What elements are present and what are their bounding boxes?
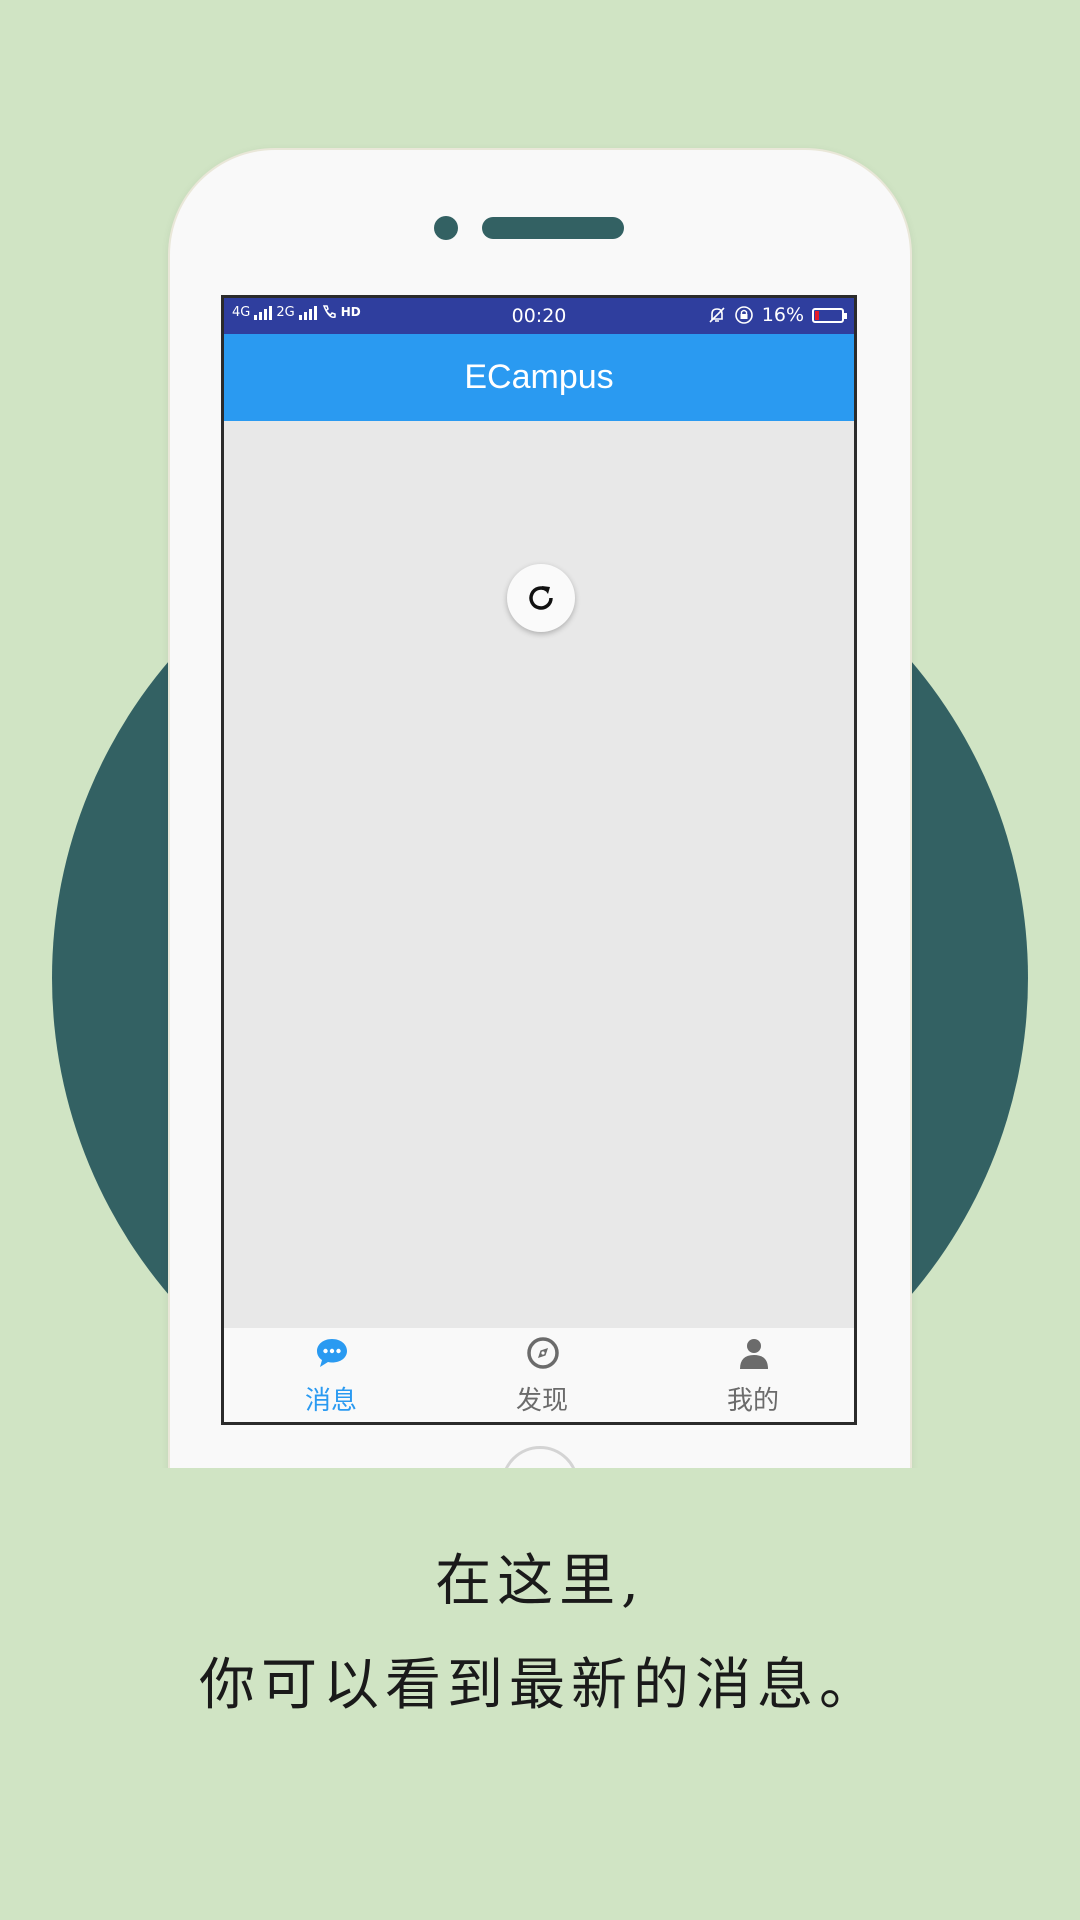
bottom-tab-bar: 消息 发现 我的 bbox=[224, 1328, 854, 1422]
tab-profile[interactable]: 我的 bbox=[673, 1328, 833, 1422]
caption-line-2: 你可以看到最新的消息。 bbox=[199, 1653, 881, 1718]
app-bar: ECampus bbox=[224, 334, 854, 421]
compass-icon bbox=[527, 1337, 559, 1369]
rotation-lock-icon bbox=[734, 306, 753, 324]
status-right: 16% bbox=[708, 304, 847, 326]
tab-label-discover: 发现 bbox=[515, 1386, 568, 1416]
refresh-icon bbox=[529, 586, 553, 610]
device-mockup: 4G 2G HD 00:20 16% ECampus 消息 发现 我的 bbox=[0, 0, 1080, 1468]
battery-level bbox=[815, 310, 820, 320]
tab-messages[interactable]: 消息 bbox=[251, 1328, 411, 1422]
loading-spinner bbox=[507, 564, 575, 632]
tab-label-profile: 我的 bbox=[726, 1386, 779, 1416]
phone-screen: 4G 2G HD 00:20 16% ECampus 消息 发现 我的 bbox=[221, 295, 857, 1425]
tab-discover[interactable]: 发现 bbox=[462, 1328, 622, 1422]
front-camera bbox=[434, 216, 458, 240]
tab-label-messages: 消息 bbox=[304, 1386, 357, 1416]
battery-percent: 16% bbox=[761, 304, 804, 326]
person-icon bbox=[740, 1339, 768, 1369]
chat-bubble-icon bbox=[317, 1339, 347, 1367]
earpiece-speaker bbox=[482, 217, 624, 239]
app-title: ECampus bbox=[464, 358, 614, 396]
status-bar: 4G 2G HD 00:20 16% bbox=[224, 298, 854, 334]
battery-icon bbox=[812, 307, 847, 323]
caption-line-1: 在这里, bbox=[435, 1549, 645, 1614]
bell-muted-icon bbox=[709, 307, 725, 323]
